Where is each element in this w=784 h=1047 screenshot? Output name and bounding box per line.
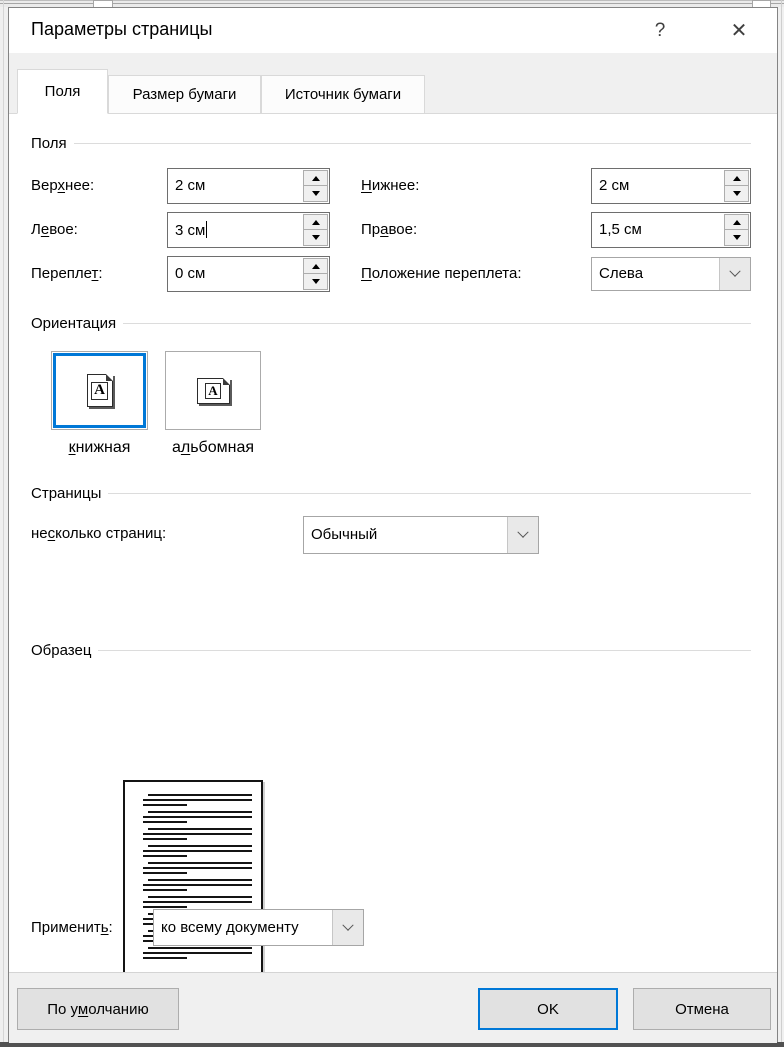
chevron-down-icon (342, 919, 354, 931)
gutter-input[interactable]: 0 см (167, 256, 330, 292)
group-divider (123, 323, 751, 324)
dialog-title: Параметры страницы (31, 19, 213, 39)
spin-down-icon[interactable] (725, 186, 748, 201)
spin-up-icon[interactable] (304, 259, 327, 274)
left-margin-input[interactable]: 3 см (167, 212, 330, 248)
tab-strip: Поля Размер бумаги Источник бумаги (9, 53, 777, 114)
document-preview (123, 780, 263, 976)
background-fragment (93, 0, 113, 7)
tab-page-margins: Поля Верхнее: 2 см Нижнее: 2 см Левое: 3… (9, 114, 777, 979)
orientation-landscape-tile[interactable]: A (165, 351, 261, 430)
dropdown-button[interactable] (332, 910, 363, 945)
gutter-value: 0 см (175, 265, 206, 282)
bottom-margin-value: 2 см (599, 177, 630, 194)
tab-margins[interactable]: Поля (17, 69, 108, 114)
dialog-titlebar: Параметры страницы ? ✕ (9, 8, 777, 53)
pages-group-header: Страницы (31, 484, 751, 503)
label-gutter: Переплет: (31, 265, 103, 282)
label-left-margin: Левое: (31, 221, 78, 238)
pages-group-label: Страницы (31, 485, 102, 502)
spin-up-icon[interactable] (304, 171, 327, 186)
left-margin-spinner (303, 214, 328, 246)
label-gutter-position: Положение переплета: (361, 265, 522, 282)
spin-down-icon[interactable] (725, 230, 748, 245)
portrait-page-icon: A (86, 374, 113, 407)
dropdown-button[interactable] (507, 517, 538, 553)
dropdown-button[interactable] (719, 258, 750, 290)
spin-down-icon[interactable] (304, 186, 327, 201)
right-margin-input[interactable]: 1,5 см (591, 212, 751, 248)
gutter-position-select[interactable]: Слева (591, 257, 751, 291)
help-icon[interactable]: ? (645, 18, 675, 44)
background-window-top (0, 0, 784, 7)
screen: Параметры страницы ? ✕ Поля Размер бумаг… (0, 0, 784, 1047)
orientation-group-label: Ориентация (31, 315, 117, 332)
group-divider (108, 493, 751, 494)
button-label: OK (537, 1000, 559, 1018)
gutter-spinner (303, 258, 328, 290)
page-fold (222, 377, 230, 385)
preview-group-header: Образец (31, 641, 751, 660)
label-bottom-margin: Нижнее: (361, 177, 420, 194)
page-setup-dialog: Параметры страницы ? ✕ Поля Размер бумаг… (8, 7, 778, 1043)
button-label: По умолчанию (47, 1000, 149, 1018)
spin-down-icon[interactable] (304, 230, 327, 245)
top-margin-spinner (303, 170, 328, 202)
chevron-down-icon (729, 265, 741, 277)
margins-group-header: Поля (31, 134, 751, 153)
cancel-button[interactable]: Отмена (633, 988, 771, 1030)
tab-paper-source[interactable]: Источник бумаги (261, 75, 425, 114)
portrait-caption: книжная (68, 439, 131, 456)
orientation-portrait-tile[interactable]: A (51, 351, 148, 430)
icon-letter: A (91, 381, 108, 400)
multiple-pages-select[interactable]: Обычный (303, 516, 539, 554)
chevron-down-icon (517, 526, 529, 538)
landscape-page-icon: A (196, 377, 230, 404)
gutter-position-value: Слева (599, 265, 644, 282)
orientation-group-header: Ориентация (31, 314, 751, 333)
landscape-caption: альбомная (171, 439, 255, 456)
dialog-footer: По умолчанию OK Отмена (9, 972, 777, 1043)
icon-letter: A (205, 382, 221, 399)
right-margin-value: 1,5 см (599, 221, 642, 238)
ok-button[interactable]: OK (478, 988, 618, 1030)
right-margin-spinner (724, 214, 749, 246)
bottom-margin-spinner (724, 170, 749, 202)
spin-up-icon[interactable] (725, 215, 748, 230)
button-label: Отмена (675, 1000, 729, 1018)
apply-to-value: ко всему документу (161, 919, 299, 936)
tab-label: Поля (44, 83, 81, 100)
tab-label: Источник бумаги (284, 86, 402, 103)
close-icon[interactable]: ✕ (724, 18, 754, 44)
label-right-margin: Правое: (361, 221, 418, 238)
page-fold (105, 374, 113, 381)
label-apply-to: Применить: (31, 919, 113, 936)
group-divider (73, 143, 751, 144)
bottom-margin-input[interactable]: 2 см (591, 168, 751, 204)
spin-down-icon[interactable] (304, 274, 327, 289)
background-fragment (752, 0, 771, 7)
preview-group-label: Образец (31, 642, 92, 659)
background-edge (781, 0, 782, 1047)
multiple-pages-value: Обычный (311, 526, 378, 543)
margins-group-label: Поля (31, 135, 67, 152)
tab-label: Размер бумаги (132, 86, 237, 103)
spin-up-icon[interactable] (725, 171, 748, 186)
group-divider (98, 650, 751, 651)
label-multiple-pages: несколько страниц: (31, 525, 167, 542)
top-margin-input[interactable]: 2 см (167, 168, 330, 204)
left-margin-value: 3 см (175, 222, 206, 239)
set-as-default-button[interactable]: По умолчанию (17, 988, 179, 1030)
tab-paper-size[interactable]: Размер бумаги (108, 75, 261, 114)
spin-up-icon[interactable] (304, 215, 327, 230)
top-margin-value: 2 см (175, 177, 206, 194)
label-top-margin: Верхнее: (31, 177, 95, 194)
apply-to-select[interactable]: ко всему документу (153, 909, 364, 946)
text-caret (206, 221, 208, 238)
background-edge (3, 0, 4, 1047)
